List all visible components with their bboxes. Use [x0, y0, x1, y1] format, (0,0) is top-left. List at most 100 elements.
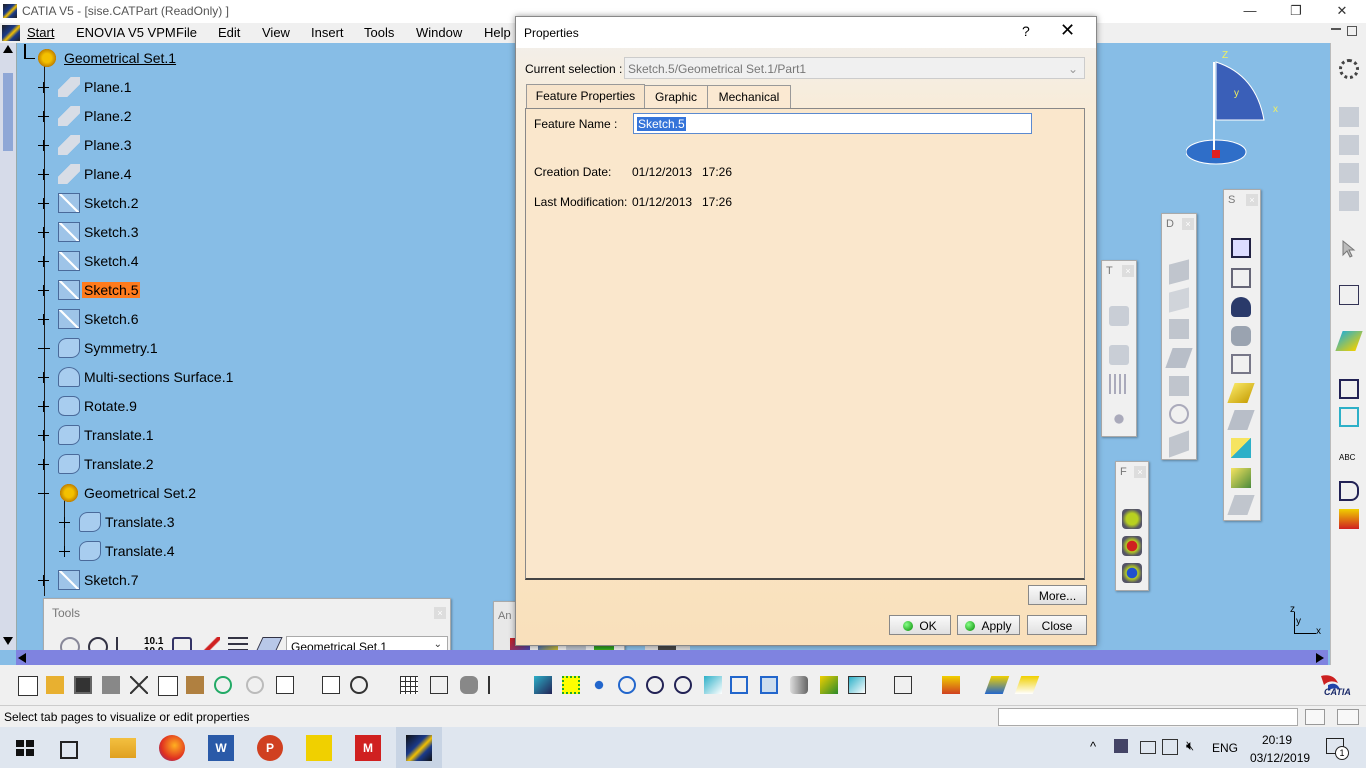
- tree-item[interactable]: Translate.3: [0, 512, 300, 534]
- status-button-2[interactable]: [1337, 709, 1359, 725]
- sketcher-icon[interactable]: [1339, 285, 1359, 305]
- more-button[interactable]: More...: [1028, 585, 1087, 605]
- minimize-button[interactable]: —: [1227, 0, 1273, 23]
- expand-icon[interactable]: [38, 140, 49, 151]
- tree-item[interactable]: Translate.2: [0, 454, 300, 476]
- tree-item[interactable]: Geometrical Set.1: [0, 48, 300, 70]
- toolbar-f-close[interactable]: ×: [1134, 466, 1146, 478]
- part-tool-icon-2[interactable]: [1339, 135, 1359, 155]
- menu-start[interactable]: Start: [27, 25, 54, 40]
- tree-item[interactable]: Sketch.6: [0, 309, 300, 331]
- pattern-tool-icon[interactable]: [1109, 374, 1129, 394]
- collapse-icon[interactable]: [38, 488, 49, 499]
- task-view-icon[interactable]: [60, 741, 78, 759]
- compass[interactable]: Z y x: [1185, 50, 1286, 170]
- tree-item[interactable]: Sketch.3: [0, 222, 300, 244]
- expand-icon[interactable]: [38, 372, 49, 383]
- expand-icon[interactable]: [38, 314, 49, 325]
- tree-item[interactable]: Geometrical Set.2: [0, 483, 300, 505]
- table-icon[interactable]: [400, 676, 418, 694]
- cut-icon[interactable]: [130, 676, 148, 694]
- undo-icon[interactable]: [214, 676, 232, 694]
- ok-button[interactable]: OK: [889, 615, 951, 635]
- split-icon[interactable]: [1227, 495, 1255, 515]
- close-button[interactable]: Close: [1027, 615, 1087, 635]
- tree-expand-icon[interactable]: [430, 676, 448, 694]
- expand-icon[interactable]: [38, 285, 49, 296]
- scroll-right-icon[interactable]: [1316, 653, 1324, 663]
- blend-icon[interactable]: [1231, 326, 1251, 346]
- join-icon[interactable]: [1231, 468, 1251, 488]
- extrapolate-icon[interactable]: [1227, 410, 1255, 430]
- word-icon[interactable]: W: [208, 735, 234, 761]
- sweep-icon[interactable]: [1231, 268, 1251, 288]
- expand-icon[interactable]: [38, 82, 49, 93]
- expand-icon[interactable]: [38, 111, 49, 122]
- zoom-in-icon[interactable]: [646, 676, 664, 694]
- doc-minimize-icon[interactable]: [1331, 28, 1341, 30]
- tree-item[interactable]: Translate.1: [0, 425, 300, 447]
- catia-taskbar-button[interactable]: [396, 727, 442, 768]
- analysis-icon[interactable]: [460, 676, 478, 694]
- expand-icon[interactable]: [38, 256, 49, 267]
- tree-item[interactable]: Rotate.9: [0, 396, 300, 418]
- normal-view-icon[interactable]: [704, 676, 722, 694]
- menu-enovia[interactable]: ENOVIA V5 VPM: [76, 25, 176, 40]
- multi-section-icon[interactable]: [1231, 297, 1251, 317]
- clock-date[interactable]: 03/12/2019: [1250, 751, 1310, 765]
- toolbar-d[interactable]: D ×: [1161, 213, 1197, 460]
- toolbar-s[interactable]: S ×: [1223, 189, 1261, 521]
- powerpoint-icon[interactable]: P: [257, 735, 283, 761]
- expand-icon[interactable]: [59, 517, 70, 528]
- print-icon[interactable]: [102, 676, 120, 694]
- extrude-tool-icon[interactable]: [1165, 348, 1193, 368]
- menu-tools[interactable]: Tools: [364, 25, 394, 40]
- copy-icon[interactable]: [158, 676, 178, 696]
- part-tool-icon-1[interactable]: [1339, 107, 1359, 127]
- tray-chevron-icon[interactable]: ^: [1090, 739, 1096, 754]
- inertia-tool-icon[interactable]: [1339, 407, 1359, 427]
- toolbar-s-close[interactable]: ×: [1246, 194, 1258, 206]
- measure-tool-icon[interactable]: [1339, 379, 1359, 399]
- part-tool-icon-4[interactable]: [1339, 191, 1359, 211]
- toolbar-t-close[interactable]: ×: [1122, 265, 1134, 277]
- tree-item[interactable]: Plane.1: [0, 77, 300, 99]
- apply-material-icon[interactable]: [894, 676, 912, 694]
- expand-icon[interactable]: [59, 546, 70, 557]
- comment-icon[interactable]: [350, 676, 368, 694]
- language-indicator[interactable]: ENG: [1212, 741, 1238, 755]
- menu-help[interactable]: Help: [484, 25, 511, 40]
- apply-button[interactable]: Apply: [957, 615, 1020, 635]
- toolbar-f[interactable]: F ×: [1115, 461, 1149, 591]
- expand-icon[interactable]: [38, 169, 49, 180]
- menu-edit[interactable]: Edit: [218, 25, 240, 40]
- close-window-button[interactable]: ✕: [1319, 0, 1365, 23]
- expand-icon[interactable]: [38, 227, 49, 238]
- whats-this-icon[interactable]: [276, 676, 294, 694]
- formula-icon[interactable]: [322, 676, 340, 694]
- expand-icon[interactable]: [38, 575, 49, 586]
- fly-mode-icon[interactable]: [534, 676, 552, 694]
- tray-icon[interactable]: [1140, 741, 1156, 754]
- face-tool-icon[interactable]: [1169, 287, 1189, 313]
- toolbar-t[interactable]: T ×: [1101, 260, 1137, 437]
- tree-item[interactable]: Multi-sections Surface.1: [0, 367, 300, 389]
- shading-icon[interactable]: [790, 676, 808, 694]
- edge-fillet-icon[interactable]: [1122, 536, 1142, 556]
- zoom-out-icon[interactable]: [674, 676, 692, 694]
- part-tool-icon-3[interactable]: [1339, 163, 1359, 183]
- pan-icon[interactable]: [590, 676, 608, 694]
- tree-item[interactable]: Sketch.2: [0, 193, 300, 215]
- dropbox-icon[interactable]: [1114, 739, 1128, 753]
- feature-name-input[interactable]: Sketch.5: [633, 113, 1032, 134]
- expand-icon[interactable]: [38, 401, 49, 412]
- status-button-1[interactable]: [1305, 709, 1325, 725]
- tab-graphic[interactable]: Graphic: [644, 85, 708, 108]
- tab-feature-properties[interactable]: Feature Properties: [526, 84, 645, 109]
- network-icon[interactable]: [1162, 739, 1178, 755]
- collapse-icon[interactable]: [24, 53, 35, 64]
- open-icon[interactable]: [46, 676, 64, 694]
- viewer-horizontal-scrollbar[interactable]: [16, 650, 1328, 665]
- iso-view-icon[interactable]: [760, 676, 778, 694]
- variable-fillet-icon[interactable]: [1122, 563, 1142, 583]
